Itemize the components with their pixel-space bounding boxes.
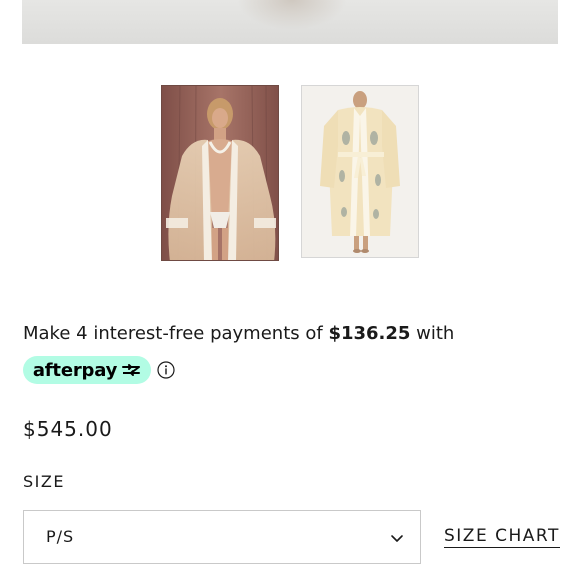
size-select[interactable]: P/S [23,510,421,564]
robe-front-image [302,86,418,257]
size-label: SIZE [23,472,65,491]
thumbnail-robe-front[interactable] [301,85,419,258]
afterpay-badge[interactable]: afterpay [23,356,151,384]
model-robe-image [162,86,278,260]
main-product-image[interactable] [22,0,558,44]
info-icon[interactable] [157,361,175,379]
main-image-detail [237,0,347,30]
installments-text: Make 4 interest-free payments of $136.25… [23,322,454,346]
chevron-down-icon [391,535,403,542]
product-price: $545.00 [23,417,113,441]
afterpay-arrows-icon [122,364,141,376]
size-chart-link[interactable]: SIZE CHART [444,526,560,548]
installments-suffix: with [410,323,455,344]
installments-prefix: Make 4 interest-free payments of [23,323,329,344]
product-page: Make 4 interest-free payments of $136.25… [0,0,580,580]
thumbnail-model-robe[interactable] [161,85,279,261]
installment-amount: $136.25 [328,323,411,344]
size-selected-value: P/S [46,527,75,546]
afterpay-logo-text: afterpay [32,359,118,381]
